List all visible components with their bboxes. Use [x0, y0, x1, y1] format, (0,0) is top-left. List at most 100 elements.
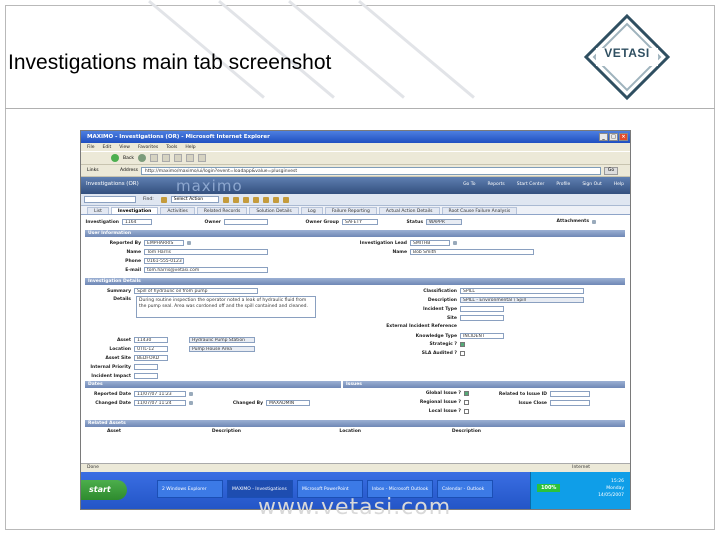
go-button[interactable]: Go: [603, 166, 619, 175]
owner-field[interactable]: [224, 219, 268, 225]
menu-help[interactable]: Help: [185, 145, 195, 150]
clock[interactable]: 15:26 Monday 14/05/2007: [598, 478, 624, 499]
menu-tools[interactable]: Tools: [166, 145, 177, 150]
nav-profile[interactable]: Profile: [556, 182, 570, 187]
asset-field[interactable]: 11430: [134, 337, 168, 343]
back-label[interactable]: Back: [123, 156, 134, 161]
tab-solution-details[interactable]: Solution Details: [249, 207, 299, 214]
calendar-icon[interactable]: [189, 392, 193, 396]
tab-root-cause[interactable]: Root Cause Failure Analysis: [441, 207, 518, 214]
site-field[interactable]: [460, 315, 504, 321]
incident-impact-field[interactable]: [134, 373, 158, 379]
name-field[interactable]: Tom Harris: [144, 249, 268, 255]
summary-field[interactable]: Spill of hydraulic oil from pump: [134, 288, 258, 294]
asset-site-field[interactable]: BEDFORD: [134, 355, 168, 361]
previous-icon[interactable]: [252, 196, 259, 203]
home-icon[interactable]: [173, 154, 182, 162]
menu-edit[interactable]: Edit: [103, 145, 112, 150]
nav-help[interactable]: Help: [614, 182, 624, 187]
nav-reports[interactable]: Reports: [487, 182, 504, 187]
incident-type-field[interactable]: [460, 306, 504, 312]
tab-failure-reporting[interactable]: Failure Reporting: [324, 207, 377, 214]
local-issue-label: Local Issue ?: [428, 409, 461, 414]
tab-related-records[interactable]: Related Records: [196, 207, 248, 214]
select-action-dropdown[interactable]: Select Action: [170, 196, 219, 203]
global-issue-checkbox[interactable]: [464, 391, 469, 396]
strategic-checkbox[interactable]: [460, 342, 465, 347]
reported-by-field[interactable]: EMPHARRIS: [144, 240, 184, 246]
back-icon[interactable]: [111, 154, 119, 162]
lookup-icon[interactable]: [187, 241, 191, 245]
section-user-information[interactable]: User Information: [85, 230, 625, 237]
next-icon[interactable]: [262, 196, 269, 203]
links-label[interactable]: Links: [87, 168, 117, 173]
regional-issue-checkbox[interactable]: [464, 400, 469, 405]
forward-icon[interactable]: [137, 154, 146, 162]
local-issue-checkbox[interactable]: [464, 409, 469, 414]
minimize-button[interactable]: _: [599, 133, 608, 141]
location-field[interactable]: UTIL-12: [134, 346, 168, 352]
changed-by-field[interactable]: MAXADMIN: [266, 400, 310, 406]
start-button[interactable]: start: [81, 480, 127, 500]
window-title: MAXIMO - Investigations (OR) - Microsoft…: [87, 134, 270, 140]
investigation-lead-label: Investigation Lead: [359, 240, 407, 246]
email-field[interactable]: tom.harris@vetasi.com: [144, 267, 268, 273]
find-button[interactable]: Find:: [140, 197, 157, 202]
issue-close-field[interactable]: [550, 400, 590, 406]
investigation-id-field[interactable]: 1164: [122, 219, 152, 225]
col-description-2: Description: [451, 429, 481, 434]
tab-actual-action-details[interactable]: Actual Action Details: [378, 207, 440, 214]
description-label: Description: [427, 297, 457, 303]
nav-start-center[interactable]: Start Center: [517, 182, 545, 187]
menu-favorites[interactable]: Favorites: [138, 145, 158, 150]
status-field[interactable]: WAPPR: [426, 219, 462, 225]
lead-name-field[interactable]: Bob Smith: [410, 249, 534, 255]
section-investigation-details[interactable]: Investigation Details: [85, 278, 625, 285]
binoculars-icon[interactable]: [160, 196, 167, 203]
internal-priority-field[interactable]: [134, 364, 158, 370]
refresh-icon[interactable]: [161, 154, 170, 162]
close-button[interactable]: ×: [619, 133, 628, 141]
sla-audited-checkbox[interactable]: [460, 351, 465, 356]
section-dates[interactable]: Dates: [85, 381, 341, 388]
maximize-button[interactable]: □: [609, 133, 618, 141]
new-record-icon[interactable]: [222, 196, 229, 203]
description-field[interactable]: SPILL - Environmental \ Spill: [460, 297, 584, 303]
address-input[interactable]: http://maximo/maximo/ui/login?event=load…: [140, 166, 601, 175]
tab-list[interactable]: List: [87, 207, 109, 214]
menu-file[interactable]: File: [87, 145, 95, 150]
tab-investigation[interactable]: Investigation: [110, 207, 159, 214]
find-input[interactable]: [84, 196, 136, 203]
investigation-lead-field[interactable]: SMITHB: [410, 240, 450, 246]
location-description-field[interactable]: Pump House Area: [189, 346, 255, 352]
tab-activities[interactable]: Activities: [160, 207, 195, 214]
menu-view[interactable]: View: [119, 145, 130, 150]
regional-issue-label: Regional Issue ?: [419, 400, 461, 405]
knowledge-type-field[interactable]: INCIDENT: [460, 333, 504, 339]
taskbar-item[interactable]: 2 Windows Explorer: [157, 480, 223, 498]
save-icon[interactable]: [232, 196, 239, 203]
reported-date-field[interactable]: 11/07/07 11:23: [134, 391, 186, 397]
lookup-icon[interactable]: [453, 241, 457, 245]
search-icon[interactable]: [185, 154, 194, 162]
phone-field[interactable]: 0161-555-0123: [144, 258, 184, 264]
related-issue-field[interactable]: [550, 391, 590, 397]
calendar-icon[interactable]: [189, 401, 193, 405]
battery-indicator[interactable]: 100%: [537, 484, 561, 492]
print-icon[interactable]: [282, 196, 289, 203]
attachments-icon[interactable]: [592, 219, 596, 224]
route-icon[interactable]: [272, 196, 279, 203]
details-textarea[interactable]: During routine inspection the operator n…: [136, 296, 316, 318]
tab-log[interactable]: Log: [300, 207, 323, 214]
favorites-icon[interactable]: [197, 154, 206, 162]
section-issues[interactable]: Issues: [343, 381, 625, 388]
section-related-assets[interactable]: Related Assets: [85, 420, 625, 427]
asset-description-field[interactable]: Hydraulic Pump Station: [189, 337, 255, 343]
classification-field[interactable]: SPILL: [460, 288, 584, 294]
stop-icon[interactable]: [149, 154, 158, 162]
changed-date-field[interactable]: 11/07/07 11:24: [134, 400, 186, 406]
bulletin-icon[interactable]: [242, 196, 249, 203]
nav-sign-out[interactable]: Sign Out: [582, 182, 601, 187]
owner-group-field[interactable]: SAFETY: [342, 219, 378, 225]
nav-go-to[interactable]: Go To: [463, 182, 475, 187]
